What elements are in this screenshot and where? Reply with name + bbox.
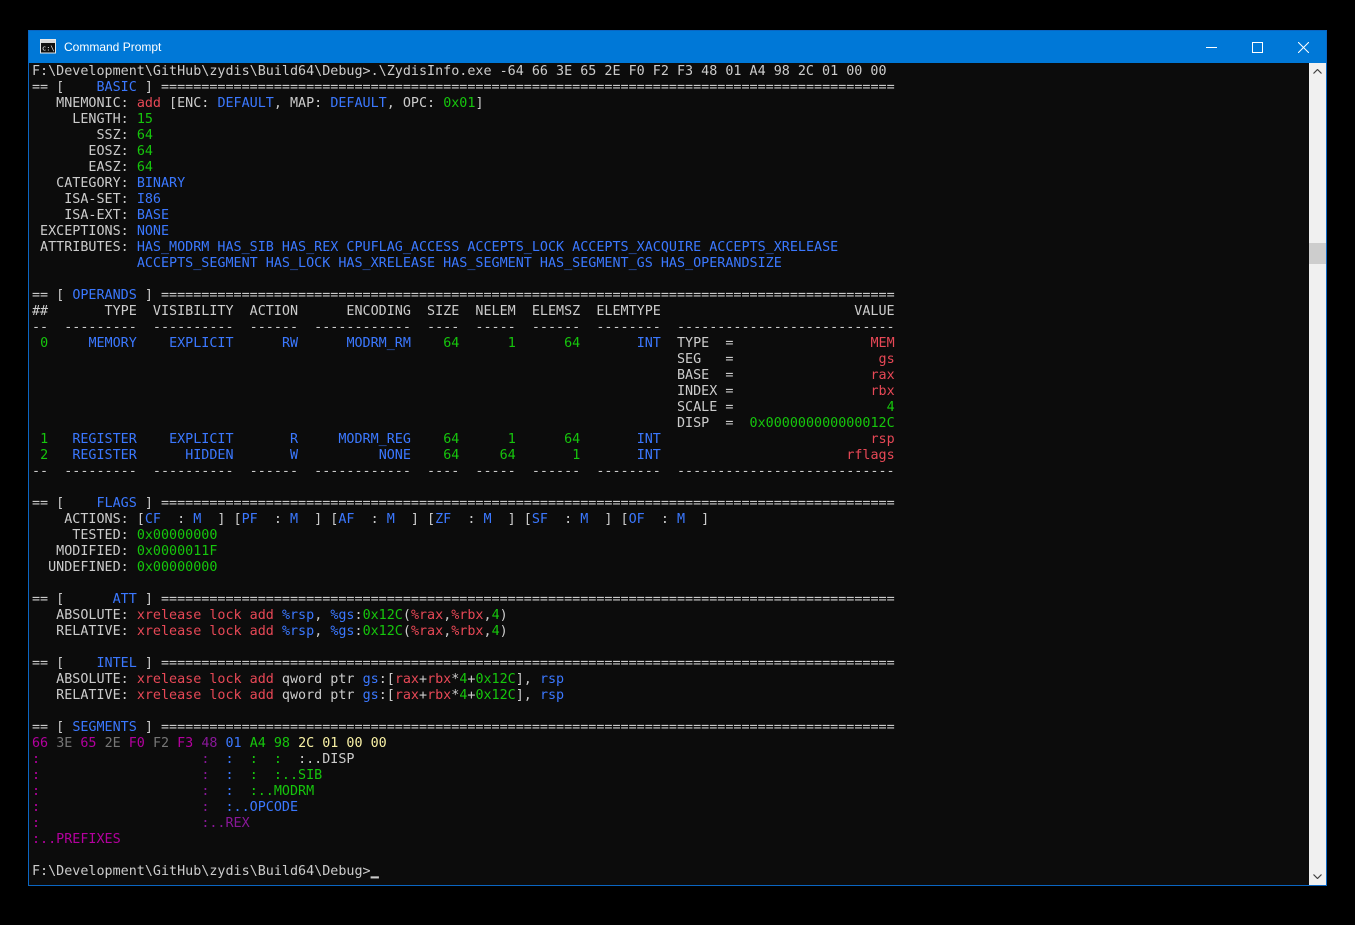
console-line: : : : : :..SIB: [32, 768, 1326, 784]
chevron-up-icon: [1313, 69, 1322, 74]
console-line: [32, 272, 1326, 288]
minimize-icon: [1206, 42, 1217, 53]
console-line: [32, 640, 1326, 656]
chevron-down-icon: [1313, 874, 1322, 879]
console-line: == [ OPERANDS ] ========================…: [32, 288, 1326, 304]
console-line: MODIFIED: 0x0000011F: [32, 544, 1326, 560]
console-line: ABSOLUTE: xrelease lock add qword ptr gs…: [32, 672, 1326, 688]
console-line: DISP = 0x000000000000012C: [32, 416, 1326, 432]
console-line: TESTED: 0x00000000: [32, 528, 1326, 544]
console-line: == [ FLAGS ] ===========================…: [32, 496, 1326, 512]
command-prompt-window: c:\ Command Prompt F:\Development\GitHub…: [28, 30, 1327, 886]
console-line: : : : :..MODRM: [32, 784, 1326, 800]
console-line: ## TYPE VISIBILITY ACTION ENCODING SIZE …: [32, 304, 1326, 320]
maximize-icon: [1252, 42, 1263, 53]
minimize-button[interactable]: [1188, 31, 1234, 63]
close-button[interactable]: [1280, 31, 1326, 63]
console-line: BASE = rax: [32, 368, 1326, 384]
console-line: UNDEFINED: 0x00000000: [32, 560, 1326, 576]
console-line: MNEMONIC: add [ENC: DEFAULT, MAP: DEFAUL…: [32, 96, 1326, 112]
console-line: ATTRIBUTES: HAS_MODRM HAS_SIB HAS_REX CP…: [32, 240, 1326, 256]
console-line: == [ BASIC ] ===========================…: [32, 80, 1326, 96]
console-line: 0 MEMORY EXPLICIT RW MODRM_RM 64 1 64 IN…: [32, 336, 1326, 352]
console-line: 66 3E 65 2E F0 F2 F3 48 01 A4 98 2C 01 0…: [32, 736, 1326, 752]
console-line: ISA-EXT: BASE: [32, 208, 1326, 224]
console-line: -- --------- ---------- ------ ---------…: [32, 464, 1326, 480]
console-line: -- --------- ---------- ------ ---------…: [32, 320, 1326, 336]
console-line: == [ INTEL ] ===========================…: [32, 656, 1326, 672]
console-line: : :..REX: [32, 816, 1326, 832]
console-viewport: F:\Development\GitHub\zydis\Build64\Debu…: [29, 63, 1326, 885]
console-line: RELATIVE: xrelease lock add %rsp, %gs:0x…: [32, 624, 1326, 640]
console-line: : : :..OPCODE: [32, 800, 1326, 816]
console-line: == [ SEGMENTS ] ========================…: [32, 720, 1326, 736]
console-line: EOSZ: 64: [32, 144, 1326, 160]
console-line: F:\Development\GitHub\zydis\Build64\Debu…: [32, 64, 1326, 80]
console-line: ISA-SET: I86: [32, 192, 1326, 208]
console-line: SCALE = 4: [32, 400, 1326, 416]
console-line: == [ ATT ] =============================…: [32, 592, 1326, 608]
console-line: :..PREFIXES: [32, 832, 1326, 848]
cmd-icon: c:\: [40, 39, 56, 55]
close-icon: [1298, 42, 1309, 53]
console-line: LENGTH: 15: [32, 112, 1326, 128]
scrollbar-thumb[interactable]: [1309, 243, 1326, 264]
console-line: ABSOLUTE: xrelease lock add %rsp, %gs:0x…: [32, 608, 1326, 624]
console-line: RELATIVE: xrelease lock add qword ptr gs…: [32, 688, 1326, 704]
console-line: F:\Development\GitHub\zydis\Build64\Debu…: [32, 864, 1326, 880]
console-line: CATEGORY: BINARY: [32, 176, 1326, 192]
svg-text:c:\: c:\: [42, 45, 55, 53]
console-line: [32, 480, 1326, 496]
console-line: 1 REGISTER EXPLICIT R MODRM_REG 64 1 64 …: [32, 432, 1326, 448]
console-line: 2 REGISTER HIDDEN W NONE 64 64 1 INT rfl…: [32, 448, 1326, 464]
console-line: SEG = gs: [32, 352, 1326, 368]
scroll-down-button[interactable]: [1309, 868, 1326, 885]
titlebar[interactable]: c:\ Command Prompt: [29, 31, 1326, 63]
console-line: EXCEPTIONS: NONE: [32, 224, 1326, 240]
window-title: Command Prompt: [64, 40, 1188, 54]
console-line: [32, 848, 1326, 864]
console-line: ACTIONS: [CF : M ] [PF : M ] [AF : M ] […: [32, 512, 1326, 528]
console-line: SSZ: 64: [32, 128, 1326, 144]
window-controls: [1188, 31, 1326, 63]
console-line: : : : : : :..DISP: [32, 752, 1326, 768]
console-line: [32, 704, 1326, 720]
console-output: F:\Development\GitHub\zydis\Build64\Debu…: [32, 64, 1326, 880]
console-line: ACCEPTS_SEGMENT HAS_LOCK HAS_XRELEASE HA…: [32, 256, 1326, 272]
vertical-scrollbar[interactable]: [1309, 63, 1326, 885]
maximize-button[interactable]: [1234, 31, 1280, 63]
console-line: [32, 576, 1326, 592]
console-line: EASZ: 64: [32, 160, 1326, 176]
console-line: INDEX = rbx: [32, 384, 1326, 400]
scroll-up-button[interactable]: [1309, 63, 1326, 80]
